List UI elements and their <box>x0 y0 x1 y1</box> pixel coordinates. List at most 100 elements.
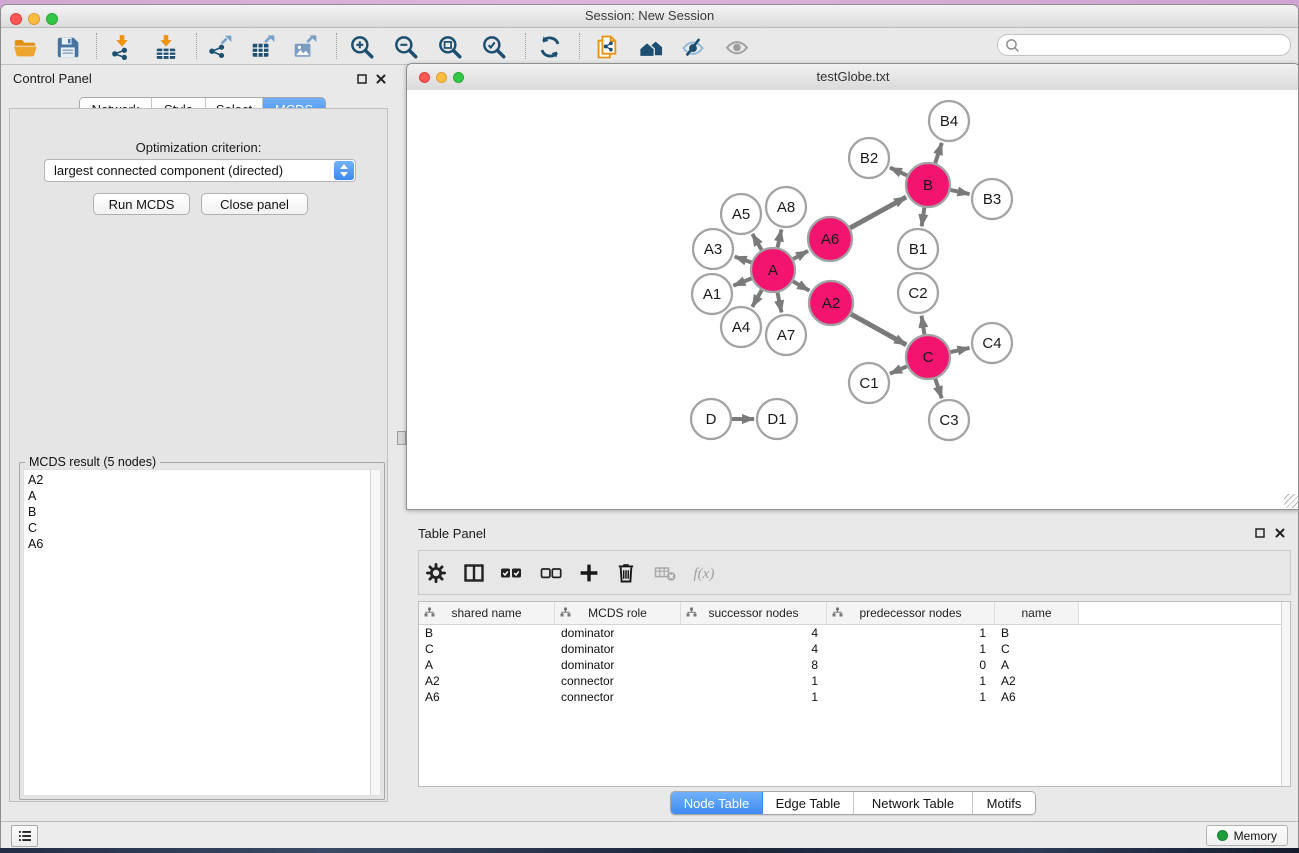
graph-edge-A-A6[interactable] <box>793 251 808 259</box>
graph-node-A[interactable]: A <box>751 248 795 292</box>
clone-network-button[interactable] <box>590 32 624 62</box>
graph-edge-C-C1[interactable] <box>890 366 907 373</box>
delete-row-button[interactable] <box>612 560 640 586</box>
zoom-out-button[interactable] <box>389 32 423 62</box>
mcds-result-item[interactable]: A6 <box>24 536 380 552</box>
table-row[interactable]: A6connector11A6 <box>419 689 1290 705</box>
table-panel-float-button[interactable] <box>1253 526 1267 540</box>
export-network-button[interactable] <box>203 32 237 62</box>
show-columns-button[interactable] <box>460 560 488 586</box>
close-panel-button[interactable]: Close panel <box>201 193 308 215</box>
import-network-button[interactable] <box>105 32 139 62</box>
graph-node-B2[interactable]: B2 <box>849 138 889 178</box>
graph-node-B[interactable]: B <box>906 163 950 207</box>
graph-node-C1[interactable]: C1 <box>849 363 889 403</box>
graph-node-A6[interactable]: A6 <box>808 217 852 261</box>
graph-node-A3[interactable]: A3 <box>693 229 733 269</box>
graph-node-A7[interactable]: A7 <box>766 315 806 355</box>
graph-edge-A2-C[interactable] <box>851 314 906 345</box>
control-panel-float-button[interactable] <box>355 72 369 86</box>
import-table-button[interactable] <box>149 32 183 62</box>
graph-edge-C-C3[interactable] <box>935 379 941 398</box>
splitter-handle[interactable] <box>397 431 406 445</box>
network-canvas[interactable]: A A1 A2 A3 A4 A5 A6 A7 A8 B B1 B2 B3B4 C C1 C2 C3C4 D D1 <box>407 90 1299 509</box>
graph-edge-B-B4[interactable] <box>935 143 942 163</box>
mcds-result-item[interactable]: B <box>24 504 380 520</box>
graph-node-A4[interactable]: A4 <box>721 307 761 347</box>
save-session-button[interactable] <box>50 32 84 62</box>
graph-edge-B-B3[interactable] <box>951 190 970 194</box>
column-header-name[interactable]: name <box>995 602 1079 624</box>
graph-node-C3[interactable]: C3 <box>929 400 969 440</box>
mcds-result-item[interactable]: A2 <box>24 472 380 488</box>
table-row[interactable]: Cdominator41C <box>419 641 1290 657</box>
tab-edge-table[interactable]: Edge Table <box>763 792 854 814</box>
table-cell: C <box>419 642 555 656</box>
graph-node-C2[interactable]: C2 <box>898 273 938 313</box>
tab-motifs[interactable]: Motifs <box>973 792 1035 814</box>
memory-button[interactable]: Memory <box>1206 825 1288 846</box>
toolbar-separator <box>196 33 197 59</box>
graph-edge-B-B2[interactable] <box>890 168 907 176</box>
resize-grip-icon[interactable] <box>1284 494 1298 508</box>
hide-graphics-details-button[interactable] <box>676 32 710 62</box>
tab-network-table[interactable]: Network Table <box>854 792 973 814</box>
graph-node-C4[interactable]: C4 <box>972 323 1012 363</box>
float-icon <box>1254 527 1266 539</box>
graph-edge-A-A7[interactable] <box>778 293 782 313</box>
graph-node-D1[interactable]: D1 <box>757 399 797 439</box>
table-panel-close-button[interactable] <box>1273 526 1287 540</box>
graph-edge-B-B1[interactable] <box>922 208 925 227</box>
column-header-successor-nodes[interactable]: successor nodes <box>681 602 827 624</box>
graph-node-B1[interactable]: B1 <box>898 229 938 269</box>
graph-node-B3[interactable]: B3 <box>972 179 1012 219</box>
graph-node-A8[interactable]: A8 <box>766 187 806 227</box>
graph-edge-A6-B[interactable] <box>850 197 906 228</box>
mcds-result-item[interactable]: A <box>24 488 380 504</box>
graph-edge-C-C4[interactable] <box>951 348 970 352</box>
graph-edge-A-A2[interactable] <box>793 281 809 290</box>
deselect-all-button[interactable] <box>537 560 565 586</box>
graph-edge-A-A8[interactable] <box>778 230 782 248</box>
column-header-shared-name[interactable]: shared name <box>419 602 555 624</box>
export-table-button[interactable] <box>246 32 280 62</box>
graph-node-A1[interactable]: A1 <box>692 274 732 314</box>
table-scrollbar[interactable] <box>1281 602 1290 786</box>
zoom-in-button[interactable] <box>345 32 379 62</box>
column-header-predecessor-nodes[interactable]: predecessor nodes <box>827 602 995 624</box>
graph-edge-A-A3[interactable] <box>735 257 752 263</box>
table-row[interactable]: Bdominator41B <box>419 625 1290 641</box>
open-file-button[interactable] <box>8 32 42 62</box>
graph-node-A2[interactable]: A2 <box>809 281 853 325</box>
zoom-fit-button[interactable] <box>433 32 467 62</box>
zoom-selected-button[interactable] <box>477 32 511 62</box>
mcds-result-scrollbar[interactable] <box>370 470 380 795</box>
graph-node-B4[interactable]: B4 <box>929 101 969 141</box>
refresh-layout-button[interactable] <box>533 32 567 62</box>
table-cell: A2 <box>995 674 1079 688</box>
column-header-mcds-role[interactable]: MCDS role <box>555 602 681 624</box>
graph-node-A5[interactable]: A5 <box>721 194 761 234</box>
export-image-button[interactable] <box>288 32 322 62</box>
show-panels-button[interactable] <box>11 825 38 847</box>
table-row[interactable]: Adominator80A <box>419 657 1290 673</box>
svg-text:A5: A5 <box>732 206 750 223</box>
graph-node-D[interactable]: D <box>691 399 731 439</box>
tab-node-table[interactable]: Node Table <box>671 792 763 814</box>
control-panel-close-button[interactable] <box>374 72 388 86</box>
graph-edge-A-A1[interactable] <box>733 278 751 285</box>
graph-node-C[interactable]: C <box>906 335 950 379</box>
add-row-button[interactable] <box>575 560 603 586</box>
select-all-icon <box>499 561 523 585</box>
run-mcds-button[interactable]: Run MCDS <box>93 193 190 215</box>
home-button[interactable] <box>634 32 668 62</box>
table-row[interactable]: A2connector11A2 <box>419 673 1290 689</box>
select-all-button[interactable] <box>497 560 525 586</box>
graph-edge-A-A4[interactable] <box>752 290 761 307</box>
optimization-criterion-select[interactable]: largest connected component (directed) <box>44 159 356 182</box>
search-input[interactable] <box>1024 36 1286 56</box>
table-settings-button[interactable] <box>422 560 450 586</box>
graph-edge-A-A5[interactable] <box>752 234 761 250</box>
graph-edge-C-C2[interactable] <box>922 316 925 335</box>
mcds-result-item[interactable]: C <box>24 520 380 536</box>
